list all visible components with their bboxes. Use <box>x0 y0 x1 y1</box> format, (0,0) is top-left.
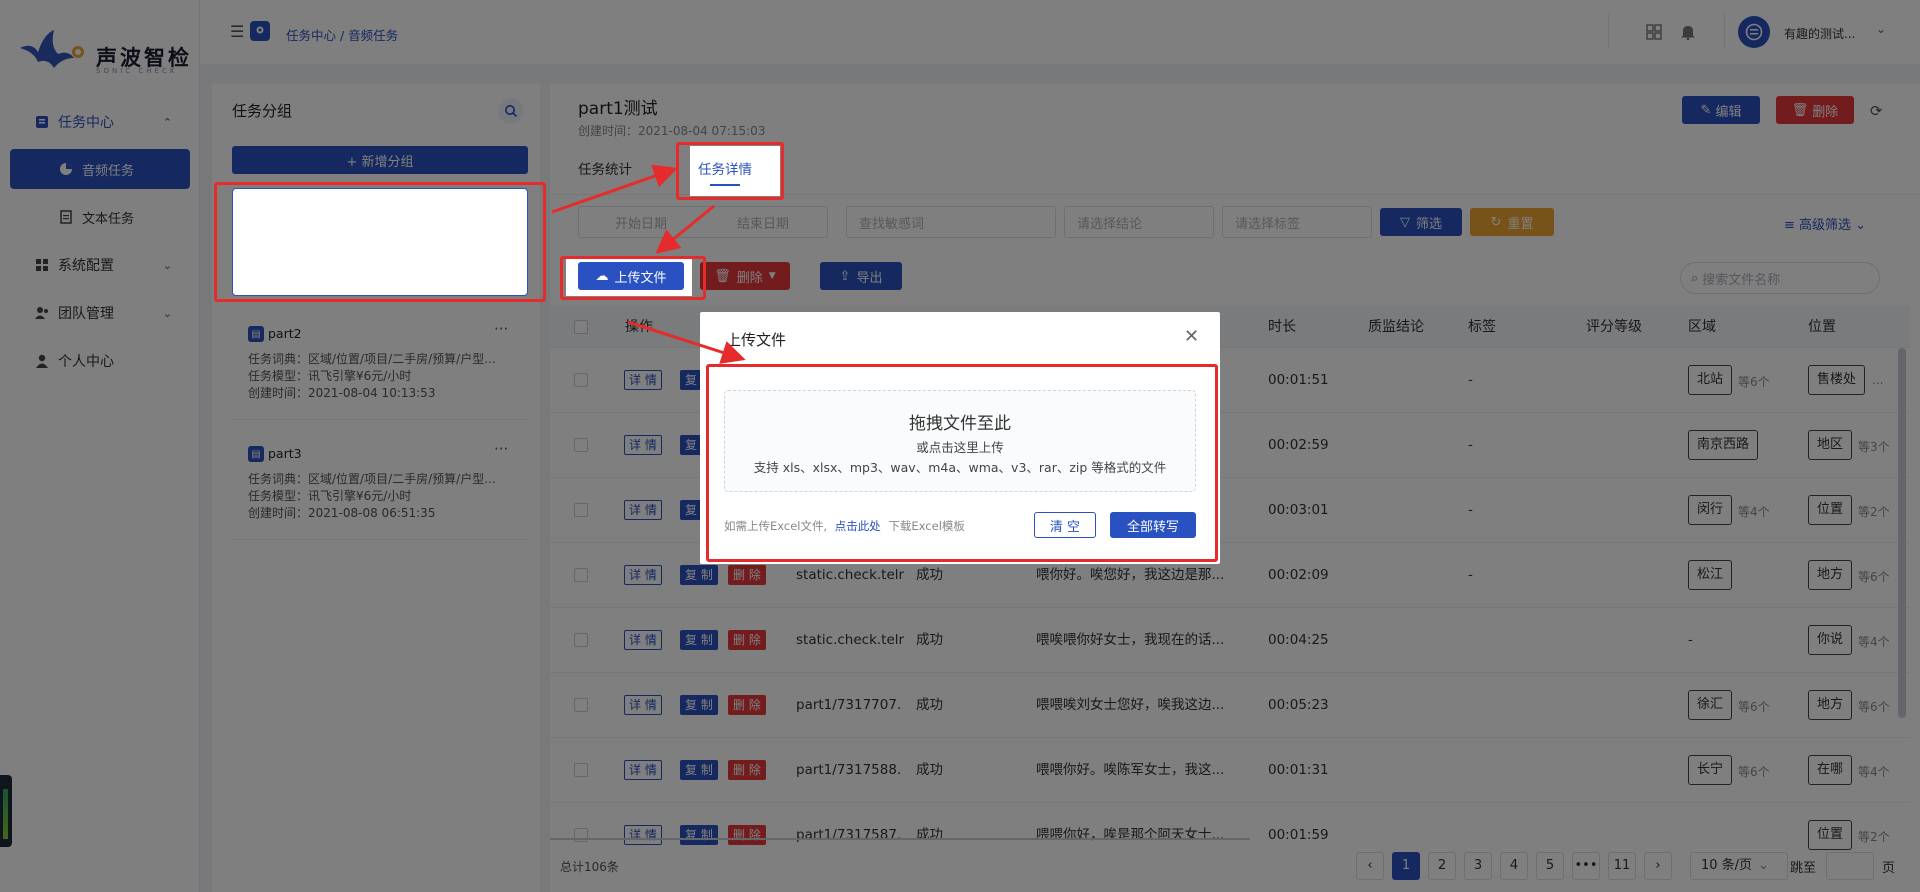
annotation-arrows <box>551 164 746 364</box>
